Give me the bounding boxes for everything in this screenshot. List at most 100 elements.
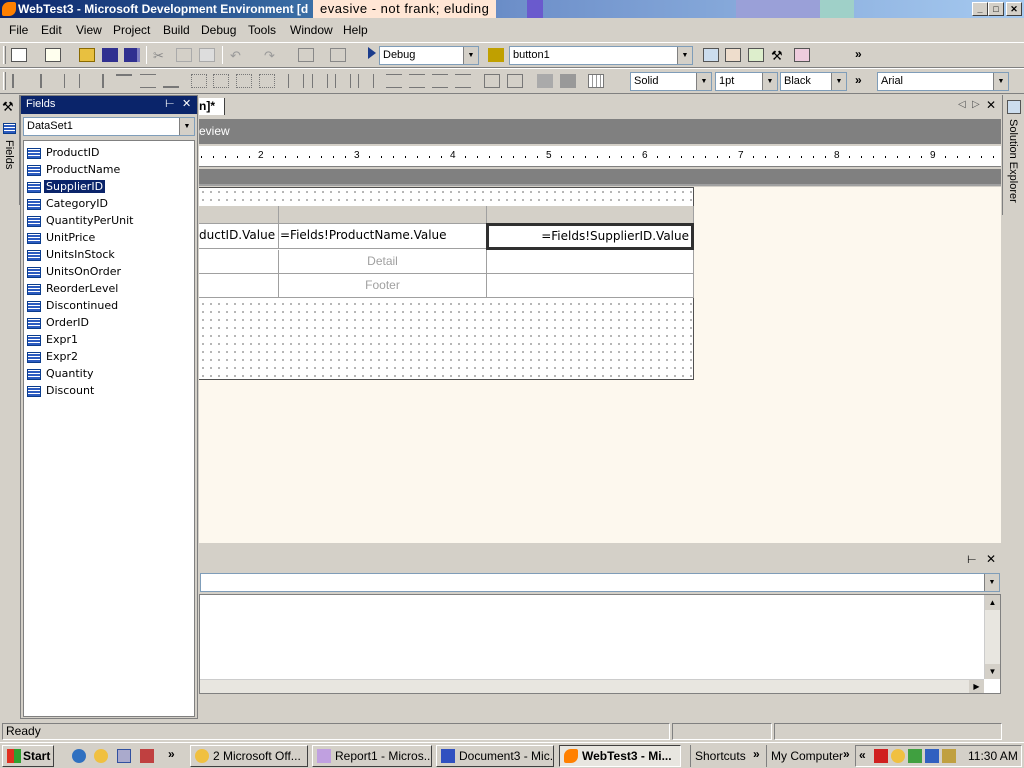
send-to-back-icon[interactable] — [560, 74, 576, 88]
footer-cell[interactable] — [487, 274, 694, 298]
make-same-height-icon[interactable] — [213, 74, 229, 88]
h-spacing-decrease-icon[interactable] — [335, 74, 351, 88]
new-project-icon[interactable] — [11, 48, 27, 62]
line-width-select[interactable]: 1pt ▼ — [715, 72, 778, 91]
border-icon[interactable] — [588, 74, 604, 88]
field-item[interactable]: Expr1 — [27, 332, 80, 348]
menu-debug[interactable]: Debug — [201, 23, 236, 37]
paste-icon[interactable] — [199, 48, 215, 62]
align-lefts-icon[interactable] — [40, 74, 56, 88]
solution-explorer-tab[interactable]: Solution Explorer — [1007, 119, 1019, 203]
fields-tab-label[interactable]: Fields — [3, 140, 15, 169]
v-spacing-increase-icon[interactable] — [409, 74, 425, 88]
scroll-up-icon[interactable]: ▲ — [985, 595, 1000, 610]
menu-view[interactable]: View — [76, 23, 102, 37]
field-item[interactable]: QuantityPerUnit — [27, 213, 135, 229]
solution-config-select[interactable]: Debug ▼ — [379, 46, 479, 65]
preview-tab[interactable]: eview — [199, 124, 230, 138]
tab-scroll-left-icon[interactable]: ◁ — [958, 99, 966, 110]
detail-cell[interactable] — [487, 250, 694, 274]
toolbar-overflow-button[interactable]: » — [855, 47, 862, 61]
output-text-area[interactable]: ▲ ▼ ▶ — [199, 594, 1001, 694]
field-item[interactable]: CategoryID — [27, 196, 110, 212]
detail-cell-productname[interactable]: =Fields!ProductName.Value — [279, 224, 487, 249]
close-document-icon[interactable]: ✕ — [986, 98, 996, 112]
horizontal-scrollbar[interactable]: ▶ — [200, 679, 984, 693]
solution-explorer-icon[interactable] — [703, 48, 719, 62]
align-bottoms-icon[interactable] — [163, 74, 179, 88]
bring-to-front-icon[interactable] — [537, 74, 553, 88]
outlook-icon[interactable] — [94, 749, 108, 763]
table-header-cell[interactable] — [487, 206, 694, 224]
table-header-cell[interactable] — [279, 206, 487, 224]
h-spacing-remove-icon[interactable] — [358, 74, 374, 88]
scroll-down-icon[interactable]: ▼ — [985, 664, 1000, 679]
field-item[interactable]: ReorderLevel — [27, 281, 120, 297]
undo-icon[interactable]: ↶ — [230, 48, 246, 63]
detail-cell[interactable] — [199, 250, 279, 274]
start-debug-icon[interactable] — [368, 47, 376, 59]
menu-tools[interactable]: Tools — [248, 23, 276, 37]
line-style-select[interactable]: Solid ▼ — [630, 72, 712, 91]
shortcuts-toolbar[interactable]: Shortcuts — [690, 745, 762, 767]
desktop-icon[interactable] — [117, 749, 131, 763]
h-spacing-increase-icon[interactable] — [312, 74, 328, 88]
font-select[interactable]: Arial ▼ — [877, 72, 1009, 91]
task-report1[interactable]: Report1 - Micros... — [312, 745, 432, 767]
my-computer-overflow[interactable]: » — [843, 747, 850, 761]
align-rights-icon[interactable] — [88, 74, 104, 88]
detail-cell-productid[interactable]: ductID.Value — [199, 224, 279, 249]
line-color-select[interactable]: Black ▼ — [780, 72, 847, 91]
solution-explorer-tab-icon[interactable] — [1007, 100, 1021, 114]
v-spacing-remove-icon[interactable] — [455, 74, 471, 88]
tab-scroll-right-icon[interactable]: ▷ — [972, 99, 980, 110]
add-item-icon[interactable] — [45, 48, 61, 62]
menu-project[interactable]: Project — [113, 23, 150, 37]
cut-icon[interactable]: ✂ — [153, 48, 169, 63]
tray-expand-icon[interactable]: « — [859, 748, 866, 762]
my-computer-toolbar[interactable]: My Computer — [766, 745, 846, 767]
dataset-select[interactable]: DataSet1 ▼ — [23, 117, 195, 136]
field-item[interactable]: ProductID — [27, 145, 101, 161]
make-same-size-icon[interactable] — [236, 74, 252, 88]
close-button[interactable]: ✕ — [1006, 2, 1022, 16]
task-document3[interactable]: Document3 - Mic... — [436, 745, 554, 767]
detail-cell-supplierid[interactable]: =Fields!SupplierID.Value — [486, 223, 694, 250]
close-icon[interactable]: ✕ — [182, 96, 191, 113]
task-microsoft-office[interactable]: 2 Microsoft Off... — [190, 745, 308, 767]
center-vertically-icon[interactable] — [507, 74, 523, 88]
redo-icon[interactable]: ↷ — [264, 48, 280, 63]
fields-panel-header[interactable]: Fields ⊢ ✕ — [21, 96, 197, 114]
quick-launch-overflow[interactable]: » — [168, 747, 175, 761]
field-item[interactable]: Discount — [27, 383, 96, 399]
toolbox-tab-icon[interactable]: ⚒ — [2, 99, 14, 115]
tray-network-icon[interactable] — [908, 749, 922, 763]
class-view-icon[interactable] — [794, 48, 810, 62]
menu-help[interactable]: Help — [343, 23, 368, 37]
properties-icon[interactable] — [725, 48, 741, 62]
save-all-icon[interactable] — [124, 48, 140, 62]
tools-icon[interactable]: ⚒ — [771, 48, 787, 63]
menu-edit[interactable]: Edit — [41, 23, 62, 37]
detail-row-label[interactable]: Detail — [279, 250, 487, 274]
copy-icon[interactable] — [176, 48, 192, 62]
align-tops-icon[interactable] — [116, 74, 132, 88]
minimize-button[interactable]: _ — [972, 2, 988, 16]
toolbar-grip[interactable] — [3, 46, 6, 64]
field-item[interactable]: UnitPrice — [27, 230, 97, 246]
report-body[interactable]: ductID.Value =Fields!ProductName.Value =… — [199, 187, 694, 380]
navigate-forward-icon[interactable] — [330, 48, 346, 62]
menu-file[interactable]: File — [9, 23, 28, 37]
field-item[interactable]: UnitsOnOrder — [27, 264, 123, 280]
toolbox-icon[interactable] — [748, 48, 764, 62]
footer-cell[interactable] — [199, 274, 279, 298]
start-button[interactable]: Start — [2, 745, 54, 767]
size-to-grid-icon[interactable] — [259, 74, 275, 88]
pin-icon[interactable]: ⊢ — [967, 553, 977, 566]
center-horizontally-icon[interactable] — [484, 74, 500, 88]
menu-build[interactable]: Build — [163, 23, 190, 37]
app-launcher-icon[interactable] — [140, 749, 154, 763]
find-combo[interactable]: button1 ▼ — [509, 46, 693, 65]
fields-tab-icon[interactable] — [3, 123, 16, 134]
internet-explorer-icon[interactable] — [72, 749, 86, 763]
